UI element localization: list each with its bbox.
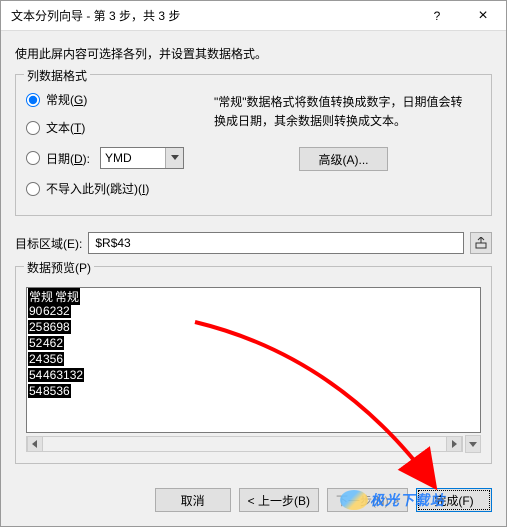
window-title: 文本分列向导 - 第 3 步，共 3 步 (1, 7, 414, 24)
preview-box[interactable]: 常规 常规 90 6232 25 8698 52 462 24 356 (26, 287, 481, 433)
target-label: 目标区域(E): (15, 235, 82, 252)
scroll-down-button[interactable] (465, 435, 481, 453)
date-format-value: YMD (105, 151, 132, 165)
format-description: "常规"数据格式将数值转换成数字，日期值会转换成日期，其余数据则转换成文本。 (214, 93, 473, 131)
cell: 462 (42, 336, 64, 350)
table-row: 54 8536 (27, 384, 480, 400)
table-row: 90 6232 (27, 304, 480, 320)
radio-date[interactable]: 日期(D): YMD (26, 147, 206, 169)
cell: 463132 (42, 368, 84, 382)
help-button[interactable]: ? (414, 1, 460, 31)
format-description-col: "常规"数据格式将数值转换成数字，日期值会转换成日期，其余数据则转换成文本。 高… (206, 89, 481, 205)
date-format-select[interactable]: YMD (100, 147, 184, 169)
radio-general-label: 常规(G) (46, 91, 87, 108)
column-format-group: 列数据格式 常规(G) 文本(T) 日期(D): YMD (15, 74, 492, 216)
column-format-legend: 列数据格式 (24, 67, 90, 84)
advanced-button[interactable]: 高级(A)... (299, 147, 387, 171)
cell: 8698 (42, 320, 71, 334)
dialog-window: 文本分列向导 - 第 3 步，共 3 步 ? × 使用此屏内容可选择各列，并设置… (0, 0, 507, 527)
titlebar: 文本分列向导 - 第 3 步，共 3 步 ? × (1, 1, 506, 31)
back-button[interactable]: < 上一步(B) (239, 488, 319, 512)
radio-general[interactable]: 常规(G) (26, 91, 206, 108)
next-button: 下一步(N) > (327, 488, 408, 512)
table-row: 25 8698 (27, 320, 480, 336)
table-row: 54 463132 (27, 368, 480, 384)
radio-skip-label: 不导入此列(跳过)(I) (46, 180, 149, 197)
target-range-row: 目标区域(E): (15, 232, 492, 254)
button-row: 取消 < 上一步(B) 下一步(N) > 完成(F) (1, 478, 506, 526)
preview-col-header: 常规 (28, 288, 54, 305)
data-preview-legend: 数据预览(P) (24, 259, 94, 276)
radio-text-label: 文本(T) (46, 119, 85, 136)
table-row: 24 356 (27, 352, 480, 368)
data-preview-group: 数据预览(P) 常规 常规 90 6232 25 8698 52 462 (15, 266, 492, 464)
scroll-left-icon[interactable] (27, 437, 43, 451)
preview-scrollbars (26, 435, 481, 453)
preview-header-row: 常规 常规 (27, 288, 480, 304)
cell: 8536 (42, 384, 71, 398)
finish-button[interactable]: 完成(F) (416, 488, 492, 512)
radio-date-label: 日期(D): (46, 150, 90, 167)
radio-text[interactable]: 文本(T) (26, 119, 206, 136)
radio-general-input[interactable] (26, 93, 40, 107)
table-row: 52 462 (27, 336, 480, 352)
preview-col-header: 常规 (54, 288, 80, 305)
close-button[interactable]: × (460, 1, 506, 31)
radio-skip[interactable]: 不导入此列(跳过)(I) (26, 180, 206, 197)
collapse-icon (475, 237, 487, 249)
scroll-track[interactable] (43, 437, 446, 451)
range-picker-button[interactable] (470, 232, 492, 254)
cancel-button[interactable]: 取消 (155, 488, 231, 512)
horizontal-scrollbar[interactable] (26, 436, 463, 452)
chevron-down-icon (165, 148, 183, 168)
content-area: 使用此屏内容可选择各列，并设置其数据格式。 列数据格式 常规(G) 文本(T) … (1, 31, 506, 478)
radio-text-input[interactable] (26, 121, 40, 135)
instruction-text: 使用此屏内容可选择各列，并设置其数据格式。 (15, 45, 492, 62)
radio-group: 常规(G) 文本(T) 日期(D): YMD (26, 89, 206, 205)
radio-date-input[interactable] (26, 151, 40, 165)
cell: 6232 (42, 304, 71, 318)
target-input[interactable] (88, 232, 464, 254)
radio-skip-input[interactable] (26, 182, 40, 196)
scroll-right-icon[interactable] (446, 437, 462, 451)
cell: 356 (42, 352, 64, 366)
